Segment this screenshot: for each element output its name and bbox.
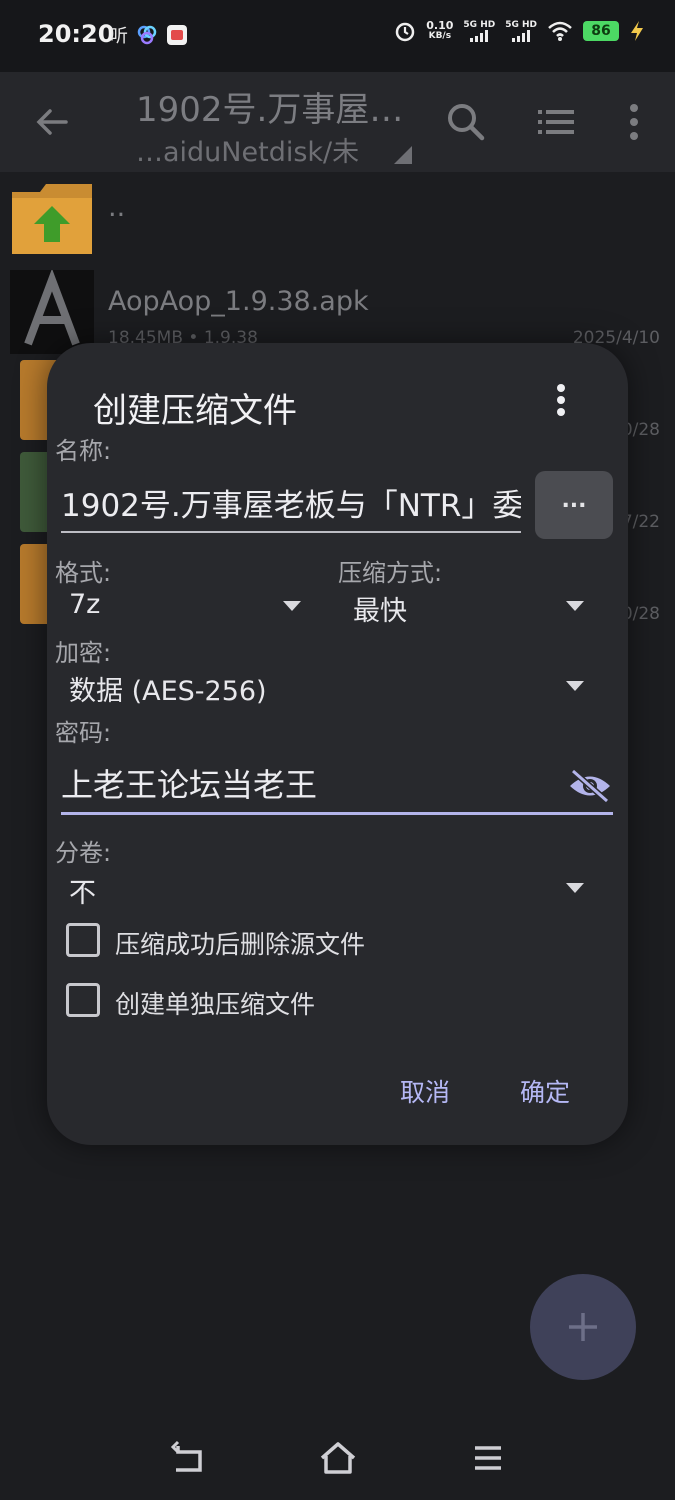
plus-icon [569,1313,597,1341]
nav-home-icon[interactable] [318,1440,358,1476]
method-label: 压缩方式: [338,559,443,587]
list-view-icon[interactable] [536,102,576,142]
add-fab-button[interactable] [530,1274,636,1380]
status-time: 20:20 [38,20,115,48]
system-nav-bar [0,1420,675,1500]
dialog-title: 创建压缩文件 [93,391,297,431]
network-speed: 0.10 KB/s [426,19,454,41]
toolbar-title: 1902号.万事屋… [136,90,404,130]
battery-indicator: 86 [583,21,619,41]
split-label: 分卷: [55,839,112,867]
encrypt-select[interactable]: 数据 (AES-256) [69,669,267,708]
signal-bars-icon [463,29,495,42]
alarm-icon [396,22,415,42]
signal-bars-icon [505,29,537,42]
password-input[interactable]: 上老王论坛当老王 [61,755,613,815]
chevron-down-icon[interactable] [566,883,584,893]
chevron-down-icon[interactable] [566,681,584,691]
browse-button[interactable]: ... [535,471,613,539]
file-name: .. [108,192,126,223]
app-toolbar: 1902号.万事屋… …aiduNetdisk/未 [0,72,675,172]
app-icon [167,25,187,45]
search-icon[interactable] [444,100,488,144]
nav-recents-icon[interactable] [472,1442,504,1474]
signal-2: 5G HD [505,20,537,42]
more-vert-icon[interactable] [551,383,571,417]
ok-button[interactable]: 确定 [520,1073,570,1109]
cancel-button[interactable]: 取消 [400,1073,450,1109]
split-select[interactable]: 不 [69,871,96,910]
charging-icon [631,21,643,41]
folder-up-icon [12,184,92,254]
signal-1: 5G HD [463,20,495,42]
chevron-down-icon[interactable] [283,601,301,611]
wifi-icon [548,21,572,41]
format-select[interactable]: 7z [69,589,100,620]
list-item-parent[interactable]: .. [0,172,675,264]
separate-archive-label[interactable]: 创建单独压缩文件 [115,985,315,1021]
toolbar-path[interactable]: …aiduNetdisk/未 [136,130,359,169]
more-vert-icon[interactable] [622,102,646,142]
archive-name-input[interactable]: 1902号.万事屋老板与「NTR」委 [61,483,521,533]
separate-archive-checkbox[interactable] [66,983,100,1017]
password-label: 密码: [55,719,112,747]
baidu-netdisk-icon [137,25,157,45]
file-name: AopAop_1.9.38.apk [108,286,369,317]
format-label: 格式: [55,559,112,587]
create-archive-dialog: 创建压缩文件 名称: 1902号.万事屋老板与「NTR」委 ... 格式: 7z… [47,343,628,1145]
visibility-off-icon[interactable] [567,767,613,805]
listen-app-icon: 听 [110,26,128,47]
encrypt-label: 加密: [55,639,112,667]
chevron-down-icon[interactable] [566,601,584,611]
status-left-icons: 听 [110,22,188,48]
apk-file-icon [10,270,94,354]
status-bar: 20:20 听 0.10 KB/s 5G HD 5G HD 86 [0,0,675,72]
nav-back-icon[interactable] [170,1440,206,1476]
delete-source-checkbox[interactable] [66,923,100,957]
back-arrow-icon[interactable] [30,100,74,144]
delete-source-label[interactable]: 压缩成功后删除源文件 [115,925,365,961]
name-label: 名称: [55,437,112,465]
status-right-icons: 0.10 KB/s 5G HD 5G HD 86 [394,20,645,42]
path-dropdown-icon[interactable] [394,146,412,164]
method-select[interactable]: 最快 [353,589,407,628]
